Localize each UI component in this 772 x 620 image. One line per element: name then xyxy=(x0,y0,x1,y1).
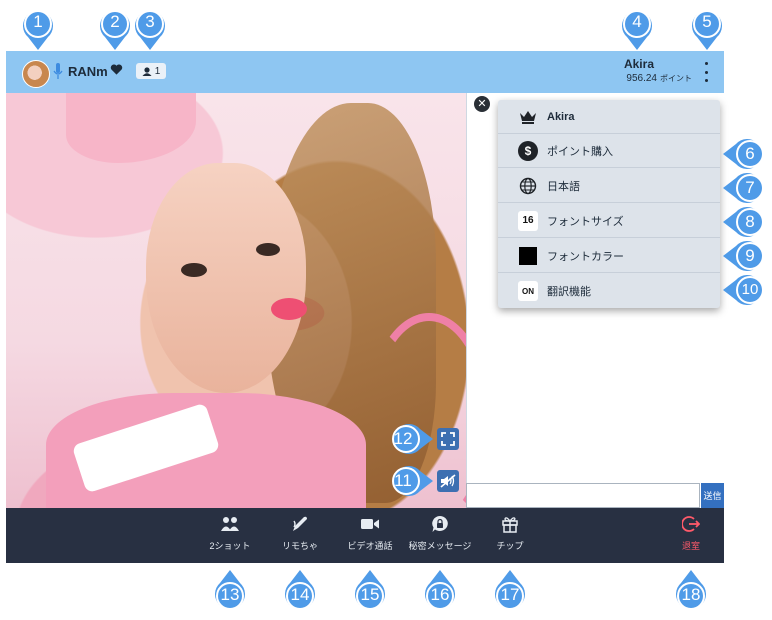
callout-number: 15 xyxy=(360,585,380,604)
settings-menu: Akira $ ポイント購入 日本語 16 フォントサイズ フォントカラー ON… xyxy=(498,100,720,308)
callout-number: 2 xyxy=(110,12,120,31)
user-name: Akira xyxy=(623,57,654,71)
callout-number: 9 xyxy=(745,246,755,265)
callout-number: 12 xyxy=(393,429,413,448)
translate-toggle-icon: ON xyxy=(518,281,538,301)
speaker-muted-icon xyxy=(440,474,456,488)
crown-icon xyxy=(518,107,538,127)
callout-number: 18 xyxy=(681,585,701,604)
toolbar-label: ビデオ通話 xyxy=(347,541,393,551)
callout-number: 11 xyxy=(394,471,412,490)
callout-number: 8 xyxy=(745,212,755,231)
viewer-count-badge: 1 xyxy=(136,63,166,79)
menu-item-label: 日本語 xyxy=(547,180,580,193)
remote-toy-button[interactable]: リモちゃ xyxy=(276,514,324,556)
fullscreen-button[interactable] xyxy=(437,428,459,450)
viewers-icon xyxy=(142,66,152,76)
menu-item-user[interactable]: Akira xyxy=(498,100,720,134)
remote-toy-icon xyxy=(289,514,311,534)
toolbar-label: 退室 xyxy=(681,541,700,551)
tip-button[interactable]: チップ xyxy=(490,514,530,556)
menu-item-font-color[interactable]: フォントカラー xyxy=(498,239,720,273)
exit-button[interactable]: 退室 xyxy=(676,514,706,556)
menu-item-label: フォントサイズ xyxy=(547,215,624,228)
fullscreen-icon xyxy=(441,432,455,446)
points-unit: ポイント xyxy=(660,74,692,83)
streamer-avatar[interactable] xyxy=(22,60,50,88)
menu-item-label: ポイント購入 xyxy=(547,145,613,158)
callout-number: 3 xyxy=(145,12,155,31)
kebab-menu-icon[interactable] xyxy=(701,62,711,82)
menu-item-label: Akira xyxy=(547,110,575,123)
callout-number: 13 xyxy=(220,585,240,604)
secret-message-icon xyxy=(429,514,451,534)
close-icon[interactable]: ✕ xyxy=(474,96,490,112)
callout-number: 5 xyxy=(702,12,712,31)
favorite-heart-icon[interactable] xyxy=(110,63,123,76)
menu-item-translation[interactable]: ON 翻訳機能 xyxy=(498,274,720,308)
toolbar-label: リモちゃ xyxy=(281,541,318,551)
streamer-name: RANm xyxy=(68,64,108,79)
secret-message-button[interactable]: 秘密メッセージ xyxy=(406,514,474,556)
send-button[interactable]: 送信 xyxy=(701,483,724,508)
callout-number: 16 xyxy=(430,585,450,604)
video-call-icon xyxy=(359,514,381,534)
callout-number: 17 xyxy=(500,585,520,604)
menu-item-language[interactable]: 日本語 xyxy=(498,169,720,203)
exit-icon xyxy=(680,514,702,534)
user-points: 956.24 ポイント xyxy=(600,73,692,84)
font-size-icon: 16 xyxy=(518,210,538,231)
callout-number: 1 xyxy=(33,12,43,31)
callout-number: 6 xyxy=(745,144,755,163)
two-shot-icon xyxy=(219,514,241,534)
callout-number: 10 xyxy=(741,281,759,298)
points-value: 956.24 xyxy=(626,73,657,84)
callout-number: 4 xyxy=(632,12,642,31)
globe-icon xyxy=(518,176,538,196)
toolbar-label: 2ショット xyxy=(209,541,251,551)
menu-item-buy-points[interactable]: $ ポイント購入 xyxy=(498,134,720,168)
menu-item-label: フォントカラー xyxy=(547,250,624,263)
toolbar-label: チップ xyxy=(496,541,524,551)
dollar-icon: $ xyxy=(518,140,538,161)
two-shot-button[interactable]: 2ショット xyxy=(206,514,254,556)
viewer-count: 1 xyxy=(154,65,161,77)
font-color-swatch xyxy=(519,246,537,265)
video-call-button[interactable]: ビデオ通話 xyxy=(344,514,396,556)
microphone-icon xyxy=(53,63,63,79)
callout-number: 7 xyxy=(745,178,755,197)
callout-number: 14 xyxy=(290,585,310,604)
toolbar-label: 秘密メッセージ xyxy=(408,541,472,551)
gift-icon xyxy=(499,514,521,534)
chat-input[interactable] xyxy=(466,483,700,508)
mute-button[interactable] xyxy=(437,470,459,492)
menu-item-label: 翻訳機能 xyxy=(547,286,591,298)
menu-item-font-size[interactable]: 16 フォントサイズ xyxy=(498,204,720,238)
